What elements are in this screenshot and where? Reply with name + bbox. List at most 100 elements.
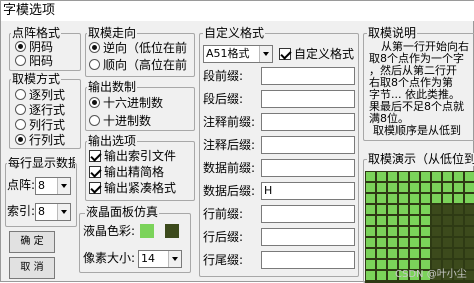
lcd-pixel — [453, 193, 464, 204]
lcd-pixel — [387, 248, 398, 259]
dots-label: 点阵: — [7, 178, 36, 192]
field-label: 段后缀: — [203, 92, 244, 106]
radio-label: 顺向（高位在前 — [103, 58, 188, 72]
lcd-pixel — [398, 215, 409, 226]
lcd-pixel — [365, 193, 376, 204]
radio-column-row[interactable]: 列行式 — [15, 118, 65, 132]
radio-column-scan[interactable]: 逐列式 — [15, 88, 65, 102]
lcd-pixel — [431, 193, 442, 204]
lcd-pixel — [453, 226, 464, 237]
radio-dot — [89, 42, 100, 53]
lcd-pixel — [376, 204, 387, 215]
chevron-down-icon — [57, 204, 70, 220]
segment-suffix-input[interactable] — [261, 90, 355, 108]
radio-decimal[interactable]: 十进制数 — [89, 114, 151, 128]
dots-select[interactable]: 8 — [35, 177, 71, 195]
lcd-pixel — [387, 237, 398, 248]
field-label: 数据后缀: — [203, 184, 256, 198]
lcd-pixel — [398, 171, 409, 182]
lcd-pixel — [409, 215, 420, 226]
lcd-pixel — [365, 204, 376, 215]
lcd-pixel — [398, 248, 409, 259]
radio-label: 列行式 — [29, 118, 66, 132]
lcd-pixel — [442, 182, 453, 193]
lcd-pixel — [398, 204, 409, 215]
lcd-pixel — [420, 215, 431, 226]
ok-button[interactable]: 确 定 — [9, 231, 55, 253]
radio-hex[interactable]: 十六进制数 — [89, 96, 163, 110]
checkbox-label: 输出紧凑格式 — [104, 181, 177, 195]
lcd-pixel — [453, 171, 464, 182]
radio-dot — [15, 41, 26, 52]
radio-label: 行列式 — [29, 133, 66, 147]
radio-forward[interactable]: 顺向（高位在前 — [89, 58, 193, 72]
lcd-pixel — [442, 226, 453, 237]
comment-suffix-input[interactable] — [261, 136, 355, 154]
lcd-pixel — [387, 193, 398, 204]
lcd-pixel — [431, 215, 442, 226]
field-label: 行前缀: — [203, 207, 244, 221]
lcd-pixel — [453, 204, 464, 215]
radio-row-column[interactable]: 行列式 — [15, 133, 65, 147]
radio-negative-code[interactable]: 阴码 — [15, 40, 53, 54]
checkbox-box — [89, 166, 101, 178]
lcd-pixel — [376, 259, 387, 270]
radio-dot — [15, 55, 26, 66]
lcd-pixel — [442, 215, 453, 226]
lcd-pixel — [420, 182, 431, 193]
pixel-size-label: 像素大小: — [83, 251, 136, 265]
lcd-pixel — [431, 237, 442, 248]
lcd-pixel — [420, 248, 431, 259]
scan-mode-title: 取模方式 — [11, 72, 62, 86]
line-prefix-input[interactable] — [261, 205, 355, 223]
custom-format-checkbox[interactable]: 自定义格式 — [279, 47, 357, 61]
radio-label: 阳码 — [29, 54, 54, 68]
radio-reverse[interactable]: 逆向（低位在前 — [89, 41, 193, 55]
format-select-value: A51格式 — [206, 47, 250, 60]
radio-row-scan[interactable]: 逐行式 — [15, 103, 65, 117]
lcd-pixel — [409, 248, 420, 259]
data-suffix-input[interactable]: H — [261, 182, 355, 200]
lcd-pixel — [453, 237, 464, 248]
radio-dot — [89, 97, 100, 108]
comment-prefix-input[interactable] — [261, 113, 355, 131]
lcd-pixel — [387, 215, 398, 226]
lcd-pixel — [431, 182, 442, 193]
lcd-pixel — [431, 248, 442, 259]
lcd-pixel — [376, 215, 387, 226]
lcd-pixel — [464, 182, 474, 193]
lcd-off-color-swatch[interactable] — [165, 224, 179, 238]
lcd-pixel — [376, 193, 387, 204]
lcd-on-color-swatch[interactable] — [140, 224, 154, 238]
lcd-pixel — [365, 237, 376, 248]
data-prefix-input[interactable] — [261, 159, 355, 177]
lcd-pixel — [365, 259, 376, 270]
lcd-pixel — [442, 204, 453, 215]
lcd-pixel — [442, 193, 453, 204]
format-select[interactable]: A51格式 — [203, 45, 273, 63]
radio-dot — [15, 89, 26, 100]
lcd-pixel — [365, 270, 376, 281]
segment-prefix-input[interactable] — [261, 67, 355, 85]
direction-title: 取模走向 — [87, 26, 138, 40]
index-label: 索引: — [7, 204, 36, 218]
checkbox-box — [279, 48, 291, 60]
index-select[interactable]: 8 — [35, 203, 71, 221]
lcd-pixel — [376, 182, 387, 193]
lcd-pixel — [409, 204, 420, 215]
explanation-line: 取模顺序是从低到 — [373, 124, 461, 137]
line-end-input[interactable] — [261, 251, 355, 269]
checkbox-compact[interactable]: 输出精简格 — [89, 165, 193, 179]
pixel-size-select[interactable]: 14 — [138, 250, 182, 268]
lcd-pixel — [398, 226, 409, 237]
lcd-pixel — [464, 237, 474, 248]
output-options-title: 输出选项 — [87, 134, 138, 148]
lcd-pixel — [376, 226, 387, 237]
line-suffix-input[interactable] — [261, 228, 355, 246]
cancel-button[interactable]: 取 消 — [9, 257, 55, 279]
radio-label: 阴码 — [29, 40, 54, 54]
radio-positive-code[interactable]: 阳码 — [15, 54, 53, 68]
checkbox-tight[interactable]: 输出紧凑格式 — [89, 181, 193, 195]
checkbox-index-file[interactable]: 输出索引文件 — [89, 149, 193, 163]
lcd-pixel — [464, 171, 474, 182]
